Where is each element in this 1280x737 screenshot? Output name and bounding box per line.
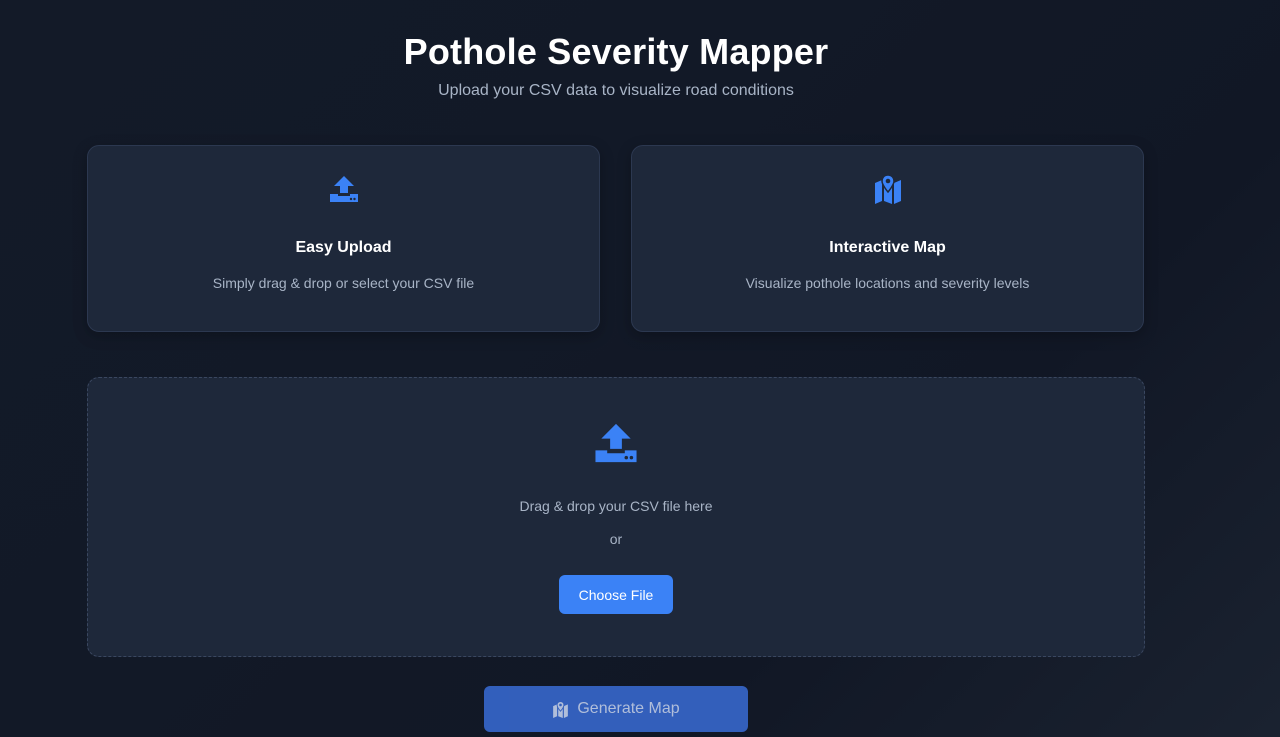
- dropzone-or-text: or: [609, 531, 623, 547]
- choose-file-button[interactable]: Choose File: [559, 575, 673, 614]
- upload-icon: [595, 423, 637, 463]
- feature-title: Interactive Map: [829, 239, 946, 256]
- feature-title: Easy Upload: [295, 239, 392, 256]
- csv-dropzone[interactable]: Drag & drop your CSV file here or Choose…: [87, 377, 1145, 657]
- generate-map-label: Generate Map: [577, 700, 680, 717]
- map-marker-icon: [553, 700, 569, 718]
- page-title: Pothole Severity Mapper: [403, 31, 829, 72]
- feature-description: Visualize pothole locations and severity…: [745, 275, 1030, 291]
- upload-icon: [329, 176, 358, 202]
- generate-map-button[interactable]: Generate Map: [484, 686, 748, 732]
- page-subtitle: Upload your CSV data to visualize road c…: [438, 82, 794, 99]
- feature-card-interactive-map: Interactive Map Visualize pothole locati…: [631, 145, 1144, 332]
- dropzone-prompt: Drag & drop your CSV file here: [519, 498, 713, 514]
- feature-card-easy-upload: Easy Upload Simply drag & drop or select…: [87, 145, 600, 332]
- map-marker-icon: [874, 174, 901, 204]
- feature-description: Simply drag & drop or select your CSV fi…: [212, 275, 475, 291]
